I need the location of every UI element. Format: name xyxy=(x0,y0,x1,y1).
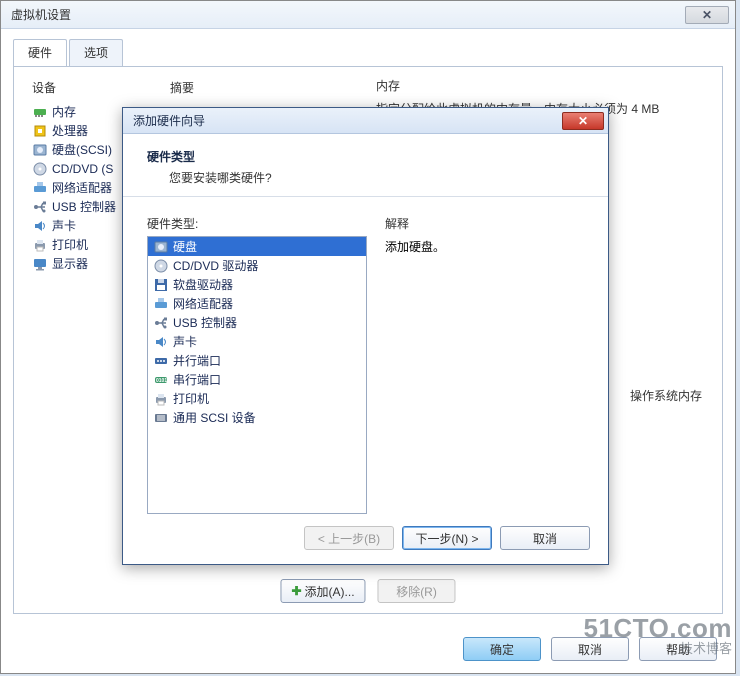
hw-type-label: 并行端口 xyxy=(173,352,221,369)
hw-type-label: 串行端口 xyxy=(173,371,221,388)
ok-button[interactable]: 确定 xyxy=(463,637,541,661)
wizard-header: 硬件类型 您要安装哪类硬件? xyxy=(123,134,608,197)
hw-type-label: 网络适配器 xyxy=(173,295,233,312)
hw-type-label: USB 控制器 xyxy=(173,314,237,331)
memory-icon xyxy=(32,104,48,120)
parent-close-button[interactable]: ✕ xyxy=(685,6,729,24)
os-hint: 操作系统内存 xyxy=(630,387,702,404)
hardware-type-listbox[interactable]: 硬盘 CD/DVD 驱动器软盘驱动器网络适配器 USB 控制器声卡并行端口串行端口打… xyxy=(147,236,367,514)
hw-type-label: 声卡 xyxy=(173,333,197,350)
hw-type-item[interactable]: 串行端口 xyxy=(148,370,366,389)
explain-label: 解释 xyxy=(385,215,584,232)
tabs: 硬件 选项 xyxy=(13,39,723,67)
wizard-heading: 硬件类型 xyxy=(147,148,584,165)
hw-type-item[interactable]: 声卡 xyxy=(148,332,366,351)
cd-icon xyxy=(153,258,169,274)
wizard-close-button[interactable]: ✕ xyxy=(562,112,604,130)
parent-titlebar: 虚拟机设置 ✕ xyxy=(1,1,735,29)
hw-type-label: CD/DVD 驱动器 xyxy=(173,257,258,274)
tab-options[interactable]: 选项 xyxy=(69,39,123,66)
scsi-icon xyxy=(153,410,169,426)
remove-hardware-button[interactable]: 移除(R) xyxy=(378,579,456,603)
hw-type-item[interactable]: 并行端口 xyxy=(148,351,366,370)
network-icon xyxy=(153,296,169,312)
col-summary: 摘要 xyxy=(170,79,194,96)
back-button[interactable]: < 上一步(B) xyxy=(304,526,394,550)
hw-type-item[interactable]: 硬盘 xyxy=(148,237,366,256)
hw-type-label: 软盘驱动器 xyxy=(173,276,233,293)
wizard-subheading: 您要安装哪类硬件? xyxy=(169,169,584,186)
device-buttons: ✚添加(A)... 移除(R) xyxy=(280,579,455,603)
hw-type-label: 硬件类型: xyxy=(147,215,367,232)
hw-type-item[interactable]: 软盘驱动器 xyxy=(148,275,366,294)
parent-footer: 确定 取消 帮助 xyxy=(463,637,717,661)
cd-icon xyxy=(32,161,48,177)
hw-type-item[interactable]: USB 控制器 xyxy=(148,313,366,332)
disk-icon xyxy=(153,239,169,255)
usb-icon xyxy=(153,315,169,331)
wizard-body: 硬件类型: 硬盘 CD/DVD 驱动器软盘驱动器网络适配器 USB 控制器声卡并行端… xyxy=(123,197,608,522)
next-button[interactable]: 下一步(N) > xyxy=(402,526,492,550)
cancel-button[interactable]: 取消 xyxy=(551,637,629,661)
serial-icon xyxy=(153,372,169,388)
usb-icon xyxy=(32,199,48,215)
wizard-left: 硬件类型: 硬盘 CD/DVD 驱动器软盘驱动器网络适配器 USB 控制器声卡并行端… xyxy=(147,215,367,514)
hw-type-item[interactable]: 通用 SCSI 设备 xyxy=(148,408,366,427)
printer-icon xyxy=(153,391,169,407)
add-hardware-button[interactable]: ✚添加(A)... xyxy=(280,579,365,603)
network-icon xyxy=(32,180,48,196)
sound-icon xyxy=(32,218,48,234)
parent-title: 虚拟机设置 xyxy=(11,6,71,23)
parallel-icon xyxy=(153,353,169,369)
wizard-title: 添加硬件向导 xyxy=(133,112,205,129)
floppy-icon xyxy=(153,277,169,293)
wizard-titlebar: 添加硬件向导 ✕ xyxy=(123,108,608,134)
hw-type-item[interactable]: CD/DVD 驱动器 xyxy=(148,256,366,275)
hw-type-label: 硬盘 xyxy=(173,238,197,255)
disk-icon xyxy=(32,142,48,158)
hw-type-label: 打印机 xyxy=(173,390,209,407)
wizard-cancel-button[interactable]: 取消 xyxy=(500,526,590,550)
wizard-right: 解释 添加硬盘。 xyxy=(385,215,584,514)
cpu-icon xyxy=(32,123,48,139)
device-list-header: 设备 摘要 xyxy=(28,77,362,102)
detail-title: 内存 xyxy=(376,77,708,94)
hw-type-label: 通用 SCSI 设备 xyxy=(173,409,256,426)
plus-icon: ✚ xyxy=(291,584,301,598)
sound-icon xyxy=(153,334,169,350)
help-button[interactable]: 帮助 xyxy=(639,637,717,661)
add-hardware-wizard: 添加硬件向导 ✕ 硬件类型 您要安装哪类硬件? 硬件类型: 硬盘 CD/DVD 驱… xyxy=(122,107,609,565)
printer-icon xyxy=(32,237,48,253)
explain-text: 添加硬盘。 xyxy=(385,238,584,255)
hw-type-item[interactable]: 网络适配器 xyxy=(148,294,366,313)
wizard-footer: < 上一步(B) 下一步(N) > 取消 xyxy=(304,526,590,550)
display-icon xyxy=(32,256,48,272)
col-device: 设备 xyxy=(32,79,170,96)
tab-hardware[interactable]: 硬件 xyxy=(13,39,67,66)
hw-type-item[interactable]: 打印机 xyxy=(148,389,366,408)
